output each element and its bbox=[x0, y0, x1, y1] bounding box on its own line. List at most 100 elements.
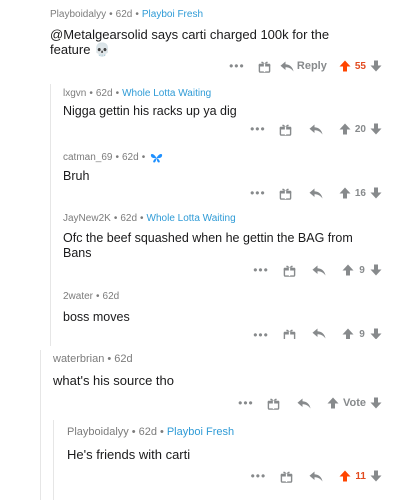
award-icon bbox=[267, 397, 280, 410]
vote-score: 55 bbox=[354, 60, 366, 72]
downvote-icon[interactable] bbox=[370, 470, 382, 482]
comment-actions: ••• Reply 55 bbox=[224, 58, 382, 74]
reply-icon bbox=[312, 265, 326, 276]
comment-body: boss moves bbox=[63, 310, 130, 324]
award-button[interactable] bbox=[250, 60, 280, 73]
timestamp: 62d bbox=[102, 291, 120, 302]
comment-body: Nigga gettin his racks up ya dig bbox=[63, 104, 237, 118]
separator: • bbox=[96, 291, 100, 302]
award-icon bbox=[283, 264, 296, 277]
comment-body: He's friends with carti bbox=[67, 447, 191, 462]
separator: • bbox=[159, 426, 164, 438]
reply-button[interactable] bbox=[301, 471, 331, 482]
username[interactable]: 2water bbox=[63, 291, 93, 302]
more-button[interactable]: ••• bbox=[248, 263, 274, 277]
username[interactable]: waterbrian bbox=[53, 353, 104, 365]
more-button[interactable]: ••• bbox=[224, 59, 250, 73]
reply-button[interactable] bbox=[304, 265, 334, 276]
upvote-icon[interactable] bbox=[339, 187, 351, 199]
vote-controls: 9 bbox=[342, 328, 382, 339]
downvote-icon[interactable] bbox=[370, 187, 382, 199]
comment-actions: ••• Vote bbox=[233, 395, 382, 411]
comment-body: @Metalgearsolid says carti charged 100k … bbox=[50, 27, 330, 57]
user-flair: Playboi Fresh bbox=[166, 426, 235, 438]
reply-button[interactable] bbox=[304, 328, 334, 339]
reply-button[interactable] bbox=[301, 188, 331, 199]
timestamp: 62d bbox=[115, 9, 133, 20]
separator: • bbox=[89, 88, 93, 99]
comment: JayNew2K • 62d • Whole Lotta Waiting Ofc… bbox=[0, 209, 400, 283]
downvote-icon[interactable] bbox=[370, 123, 382, 135]
comment-body: what's his source tho bbox=[53, 373, 174, 388]
separator: • bbox=[140, 213, 144, 224]
reply-icon bbox=[309, 188, 323, 199]
upvote-icon[interactable] bbox=[342, 264, 354, 276]
reply-button[interactable] bbox=[289, 398, 319, 409]
comment: Playboidalyy • 62d • Playboi Fresh @Meta… bbox=[0, 0, 400, 82]
downvote-icon[interactable] bbox=[370, 397, 382, 409]
award-icon bbox=[279, 187, 292, 200]
separator: • bbox=[113, 213, 118, 224]
comment-meta: waterbrian • 62d bbox=[53, 353, 133, 365]
award-button[interactable] bbox=[259, 397, 289, 410]
reply-icon bbox=[309, 471, 323, 482]
timestamp: 62d bbox=[122, 152, 139, 163]
upvote-icon[interactable] bbox=[339, 470, 351, 482]
more-button[interactable]: ••• bbox=[245, 122, 271, 136]
butterfly-icon bbox=[150, 153, 163, 163]
vote-score: 16 bbox=[354, 187, 366, 199]
separator: • bbox=[107, 353, 112, 365]
reply-label: Reply bbox=[296, 60, 327, 72]
vote-score: 20 bbox=[354, 123, 366, 135]
vote-controls: 20 bbox=[339, 123, 382, 135]
reply-button[interactable] bbox=[301, 124, 331, 135]
vote-score: Vote bbox=[342, 397, 366, 409]
comment-actions: ••• 9 bbox=[248, 262, 382, 278]
username[interactable]: lxgvn bbox=[63, 88, 86, 99]
vote-controls: 55 bbox=[339, 60, 382, 72]
upvote-icon[interactable] bbox=[339, 60, 351, 72]
comment-actions: ••• 20 bbox=[245, 121, 382, 137]
vote-score: 9 bbox=[359, 328, 365, 340]
award-button[interactable] bbox=[274, 264, 304, 277]
comment: Playboidalyy • 62d • Playboi Fresh He's … bbox=[0, 420, 400, 498]
comment-body: Ofc the beef squashed when he gettin the… bbox=[63, 231, 353, 260]
comment: waterbrian • 62d what's his source tho •… bbox=[0, 350, 400, 416]
more-button[interactable]: ••• bbox=[245, 469, 271, 483]
comment-actions: ••• 11 bbox=[245, 468, 382, 484]
award-button[interactable] bbox=[274, 328, 304, 339]
upvote-icon[interactable] bbox=[339, 123, 351, 135]
comment: lxgvn • 62d • Whole Lotta Waiting Nigga … bbox=[0, 84, 400, 144]
more-button[interactable]: ••• bbox=[248, 328, 274, 339]
comment-meta: catman_69 • 62d • bbox=[63, 152, 163, 163]
award-icon bbox=[283, 328, 296, 339]
vote-controls: 11 bbox=[339, 470, 382, 482]
award-button[interactable] bbox=[271, 187, 301, 200]
user-flair: Whole Lotta Waiting bbox=[122, 88, 212, 99]
separator: • bbox=[115, 152, 119, 163]
award-icon bbox=[280, 470, 293, 483]
username[interactable]: Playboidalyy bbox=[50, 9, 106, 20]
timestamp: 62d bbox=[114, 353, 133, 365]
award-button[interactable] bbox=[271, 470, 301, 483]
downvote-icon[interactable] bbox=[370, 328, 382, 339]
timestamp: 62d bbox=[138, 426, 157, 438]
upvote-icon[interactable] bbox=[327, 397, 339, 409]
vote-controls: 9 bbox=[342, 264, 382, 276]
downvote-icon[interactable] bbox=[370, 60, 382, 72]
comment-meta: Playboidalyy • 62d • Playboi Fresh bbox=[67, 426, 234, 438]
separator: • bbox=[135, 9, 139, 20]
more-button[interactable]: ••• bbox=[245, 186, 271, 200]
award-button[interactable] bbox=[271, 123, 301, 136]
comment: 2water • 62d boss moves ••• 9 bbox=[0, 287, 400, 345]
username[interactable]: Playboidalyy bbox=[67, 426, 129, 438]
more-button[interactable]: ••• bbox=[233, 396, 259, 410]
upvote-icon[interactable] bbox=[342, 328, 354, 339]
separator: • bbox=[115, 88, 120, 99]
username[interactable]: catman_69 bbox=[63, 152, 112, 163]
downvote-icon[interactable] bbox=[370, 264, 382, 276]
reply-icon bbox=[280, 61, 294, 72]
reply-icon bbox=[297, 398, 311, 409]
reply-button[interactable]: Reply bbox=[280, 60, 331, 72]
username[interactable]: JayNew2K bbox=[63, 213, 111, 224]
